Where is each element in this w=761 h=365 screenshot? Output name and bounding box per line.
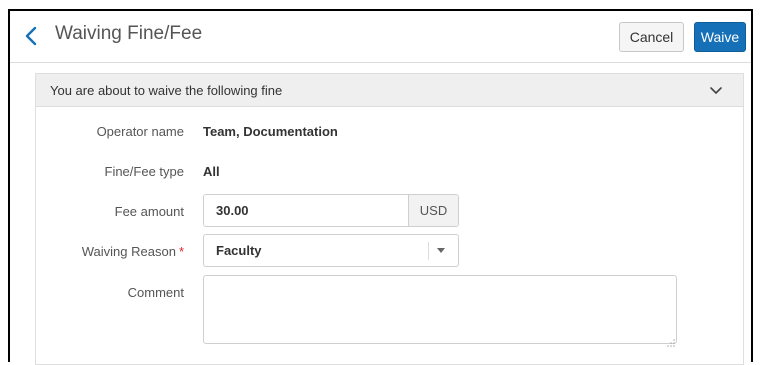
- page-title: Waiving Fine/Fee: [55, 23, 203, 44]
- waiving-reason-value: Faculty: [216, 243, 262, 258]
- required-asterisk: *: [178, 244, 184, 259]
- fine-fee-type-value: All: [203, 164, 220, 179]
- panel-header[interactable]: You are about to waive the following fin…: [36, 74, 743, 107]
- page-header: Waiving Fine/Fee Cancel Waive: [10, 11, 751, 63]
- waiving-reason-label-wrap: Waiving Reason *: [36, 244, 184, 259]
- fee-amount-group: USD: [203, 194, 459, 227]
- panel-title: You are about to waive the following fin…: [50, 83, 283, 98]
- waive-dialog: Waiving Fine/Fee Cancel Waive You are ab…: [8, 9, 753, 365]
- chevron-down-icon[interactable]: [708, 84, 724, 98]
- comment-textarea[interactable]: [203, 275, 677, 344]
- waive-button[interactable]: Waive: [694, 22, 746, 52]
- chevron-left-icon[interactable]: [23, 25, 41, 47]
- currency-addon: USD: [408, 195, 458, 226]
- comment-label: Comment: [127, 285, 184, 300]
- fee-amount-label: Fee amount: [114, 204, 184, 219]
- select-divider: [428, 242, 429, 260]
- waiving-reason-select[interactable]: Faculty: [203, 234, 459, 267]
- resize-grip-icon[interactable]: [667, 334, 675, 347]
- fine-details-panel: You are about to waive the following fin…: [35, 73, 744, 365]
- operator-name-value: Team, Documentation: [203, 124, 338, 139]
- fee-amount-input[interactable]: [204, 195, 408, 226]
- cancel-button[interactable]: Cancel: [619, 22, 684, 52]
- fine-fee-type-label: Fine/Fee type: [104, 164, 185, 179]
- caret-down-icon: [437, 248, 445, 253]
- operator-name-label: Operator name: [96, 124, 184, 139]
- waiving-reason-label: Waiving Reason: [81, 244, 176, 259]
